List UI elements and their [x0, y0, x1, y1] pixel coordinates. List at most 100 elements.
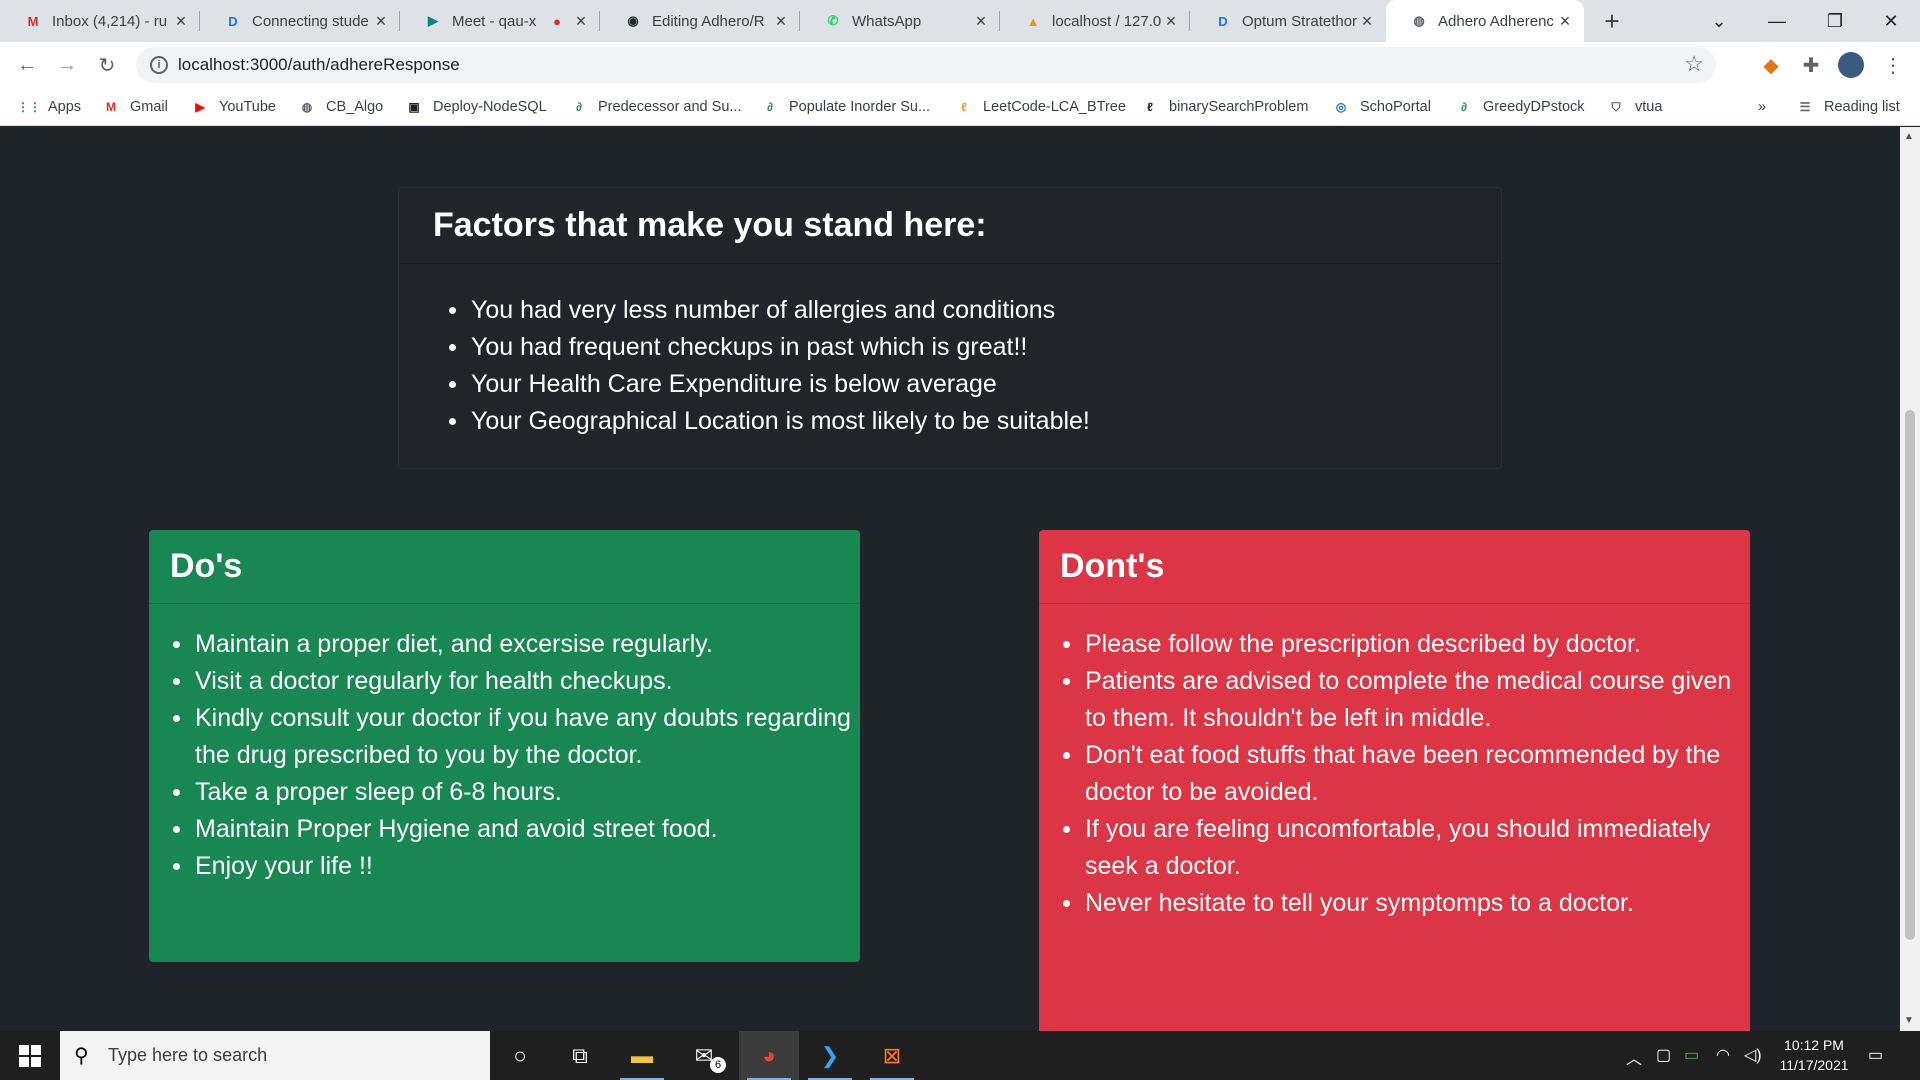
bookmark-apps[interactable]: ⋮⋮ Apps: [17, 97, 81, 117]
gmail-icon: M: [106, 100, 116, 114]
vscode-icon[interactable]: ❯: [800, 1031, 860, 1080]
page-scrollbar[interactable]: ▲ ▼: [1900, 127, 1920, 1031]
factors-card: Factors that make you stand here: You ha…: [398, 187, 1502, 469]
dos-card-header: Do's: [149, 530, 860, 604]
bookmark-label: binarySearchProblem: [1169, 99, 1309, 115]
battery-icon[interactable]: ▭: [1684, 1045, 1699, 1065]
close-window-button[interactable]: ✕: [1862, 0, 1920, 42]
forward-button[interactable]: →: [52, 50, 82, 80]
back-button[interactable]: ←: [12, 50, 42, 80]
globe-icon: ◍: [301, 100, 313, 114]
factor-item: Your Geographical Location is most likel…: [433, 403, 1501, 440]
dos-title: Do's: [170, 547, 243, 585]
profile-avatar[interactable]: [1836, 50, 1866, 80]
tab-connecting-students[interactable]: D Connecting stude ×: [200, 0, 400, 42]
donts-list: Please follow the prescription described…: [1039, 604, 1750, 922]
xampp-icon[interactable]: ⊠: [862, 1031, 922, 1080]
scroll-up-arrow-icon[interactable]: ▲: [1904, 131, 1914, 142]
reading-list-button[interactable]: ☰ Reading list: [1796, 97, 1900, 117]
bookmark-deploy-nodesql[interactable]: ▣ Deploy-NodeSQL: [405, 97, 546, 117]
youtube-icon: ▶: [195, 100, 205, 114]
tab-gmail[interactable]: M Inbox (4,214) - ru ×: [0, 0, 200, 42]
github-icon: ◉: [627, 13, 639, 28]
dos-item: Maintain a proper diet, and excersise re…: [157, 626, 860, 663]
bookmarks-overflow-button[interactable]: »: [1758, 97, 1766, 117]
factors-title: Factors that make you stand here:: [433, 206, 987, 244]
bookmark-youtube[interactable]: ▶ YouTube: [191, 97, 276, 117]
close-icon[interactable]: ×: [1162, 11, 1180, 31]
task-view-icon[interactable]: ⧉: [550, 1031, 610, 1080]
windows-logo-icon: [19, 1044, 41, 1067]
cortana-icon[interactable]: ○: [490, 1031, 550, 1080]
extensions-puzzle-icon[interactable]: ✚: [1796, 50, 1826, 80]
bookmark-label: Gmail: [130, 99, 168, 115]
tab-whatsapp[interactable]: ✆ WhatsApp ×: [800, 0, 1000, 42]
bookmark-predecessor[interactable]: ∂ Predecessor and Su...: [570, 97, 741, 117]
scrollbar-thumb[interactable]: [1905, 410, 1915, 940]
chrome-icon[interactable]: ◕: [739, 1031, 799, 1080]
file-explorer-icon[interactable]: ▬: [612, 1031, 672, 1080]
notifications-icon[interactable]: ▭: [1868, 1045, 1883, 1065]
menu-kebab-icon[interactable]: ⋮: [1878, 50, 1908, 80]
bookmark-star-icon[interactable]: ☆: [1684, 51, 1704, 77]
tab-title: Editing Adhero/R: [652, 12, 765, 30]
close-icon[interactable]: ×: [372, 11, 390, 31]
metamask-extension-icon[interactable]: ◆: [1756, 50, 1786, 80]
close-icon[interactable]: ×: [1556, 11, 1574, 31]
bookmark-schoportal[interactable]: ◎ SchoPortal: [1332, 97, 1431, 117]
donts-item: If you are feeling uncomfortable, you sh…: [1047, 811, 1750, 885]
meet-icon: ▶: [428, 13, 438, 28]
apps-grid-icon: ⋮⋮: [17, 100, 41, 114]
url-text[interactable]: localhost:3000/auth/adhereResponse: [178, 55, 460, 75]
donts-title: Dont's: [1060, 547, 1165, 585]
bookmarks-bar: ⋮⋮ Apps M Gmail ▶ YouTube ◍ CB_Algo ▣ De…: [0, 88, 1920, 126]
donts-item: Don't eat food stuffs that have been rec…: [1047, 737, 1750, 811]
bookmark-label: Populate Inorder Su...: [789, 99, 931, 115]
leetcode-icon: ℓ: [961, 100, 967, 114]
bookmark-binary-search[interactable]: ℓ binarySearchProblem: [1141, 97, 1308, 117]
scroll-down-arrow-icon[interactable]: ▼: [1904, 1015, 1914, 1026]
restore-button[interactable]: ❐: [1806, 0, 1864, 42]
tab-optum[interactable]: D Optum Stratethor ×: [1190, 0, 1386, 42]
close-icon[interactable]: ×: [572, 11, 590, 31]
start-button[interactable]: [0, 1031, 60, 1080]
tab-meet[interactable]: ▶ Meet - qau-x ● ×: [400, 0, 600, 42]
bookmark-label: GreedyDPstock: [1483, 99, 1585, 115]
reload-button[interactable]: ↻: [92, 50, 122, 80]
bookmark-vtua[interactable]: ⛉ vtua: [1607, 97, 1662, 117]
taskbar-clock[interactable]: 10:12 PM 11/17/2021: [1764, 1035, 1864, 1075]
new-tab-button[interactable]: +: [1597, 6, 1627, 36]
volume-icon[interactable]: ◁): [1744, 1045, 1762, 1065]
dos-item: Enjoy your life !!: [157, 848, 860, 885]
tab-phpmyadmin[interactable]: ▲ localhost / 127.0. ×: [1000, 0, 1190, 42]
gfg-icon: ∂: [767, 100, 773, 114]
dc-icon: D: [1218, 13, 1228, 29]
bookmark-cb-algo[interactable]: ◍ CB_Algo: [298, 97, 383, 117]
tab-title: Connecting stude: [252, 12, 369, 30]
bookmark-leetcode-lca[interactable]: ℓ LeetCode-LCA_BTree: [955, 97, 1126, 117]
tab-search-icon[interactable]: ⌄: [1690, 0, 1748, 42]
tab-github[interactable]: ◉ Editing Adhero/R ×: [600, 0, 800, 42]
dos-card: Do's Maintain a proper diet, and excersi…: [149, 530, 860, 962]
mail-icon[interactable]: ✉ 6: [674, 1031, 734, 1080]
address-bar[interactable]: i localhost:3000/auth/adhereResponse ☆: [136, 47, 1716, 83]
bookmark-gmail[interactable]: M Gmail: [102, 97, 168, 117]
minimize-button[interactable]: —: [1748, 0, 1806, 42]
donts-item: Never hesitate to tell your symptomps to…: [1047, 885, 1750, 922]
close-icon[interactable]: ×: [172, 11, 190, 31]
meet-now-icon[interactable]: ▢: [1656, 1045, 1671, 1065]
close-icon[interactable]: ×: [1358, 11, 1376, 31]
phpmyadmin-icon: ▲: [1026, 13, 1040, 29]
wifi-icon[interactable]: ◠: [1716, 1045, 1730, 1065]
close-icon[interactable]: ×: [772, 11, 790, 31]
close-icon[interactable]: ×: [972, 11, 990, 31]
info-icon[interactable]: i: [150, 56, 168, 74]
taskbar-search-placeholder: Type here to search: [108, 1045, 268, 1065]
bookmark-greedydpstock[interactable]: ∂ GreedyDPstock: [1455, 97, 1585, 117]
tab-adhero[interactable]: ◍ Adhero Adherenc ×: [1386, 0, 1584, 42]
tab-title: WhatsApp: [852, 12, 922, 30]
dos-item: Visit a doctor regularly for health chec…: [157, 663, 860, 700]
tray-overflow-chevron-icon[interactable]: ︿: [1626, 1045, 1642, 1069]
taskbar-search-box[interactable]: ⚲ Type here to search: [60, 1031, 490, 1080]
bookmark-populate-inorder[interactable]: ∂ Populate Inorder Su...: [761, 97, 930, 117]
